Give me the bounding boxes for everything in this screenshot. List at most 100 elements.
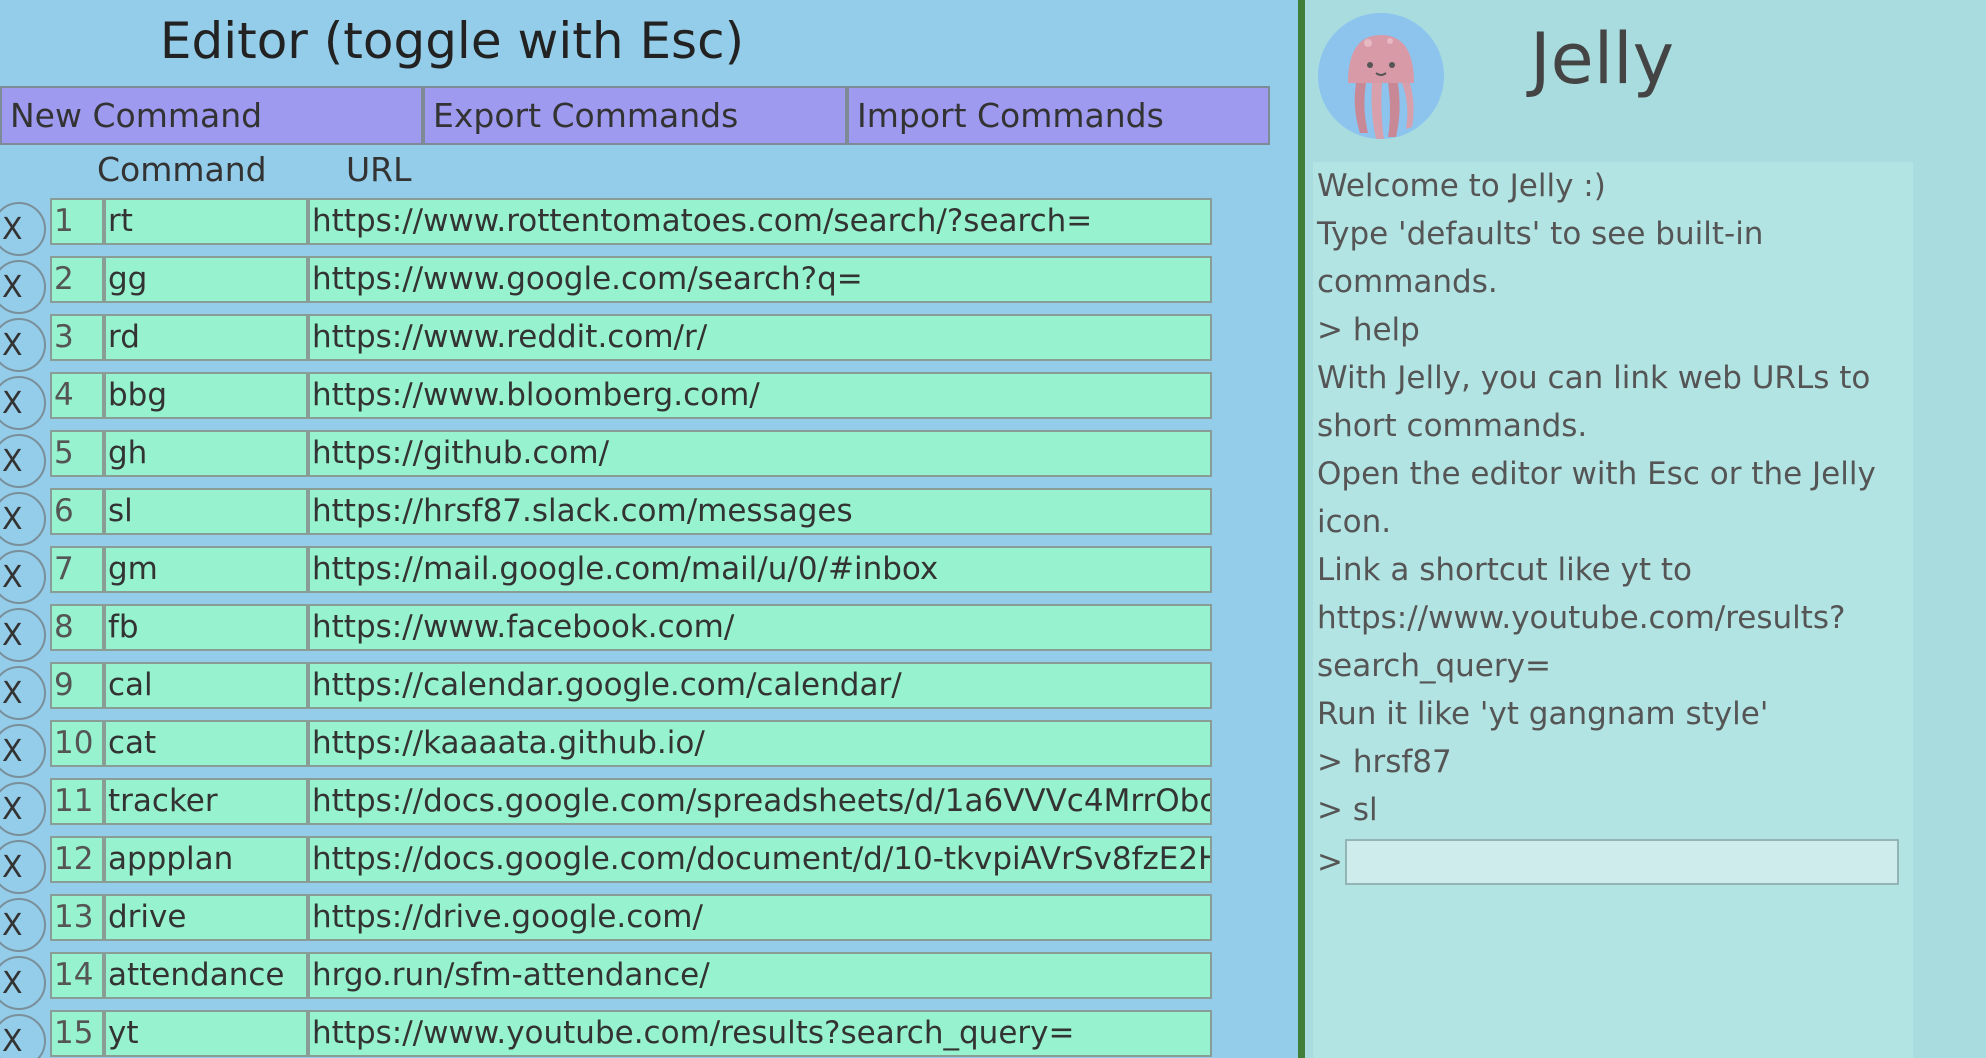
command-field[interactable]: yt <box>104 1010 308 1057</box>
terminal-line: Link a shortcut like yt to https://www.y… <box>1317 552 1846 684</box>
terminal-line: Open the editor with Esc or the Jelly ic… <box>1317 456 1876 540</box>
delete-row-button[interactable]: X <box>0 376 46 430</box>
delete-row-button[interactable]: X <box>0 434 46 488</box>
terminal-output: Welcome to Jelly :) Type 'defaults' to se… <box>1313 162 1913 1058</box>
export-commands-button[interactable]: Export Commands <box>423 86 847 145</box>
panel-divider[interactable] <box>1298 0 1305 1058</box>
command-field[interactable]: fb <box>104 604 308 651</box>
command-row: X 7 gm https://mail.google.com/mail/u/0/#in… <box>0 546 1214 604</box>
command-row: X 1 rt https://www.rottentomatoes.com/searc… <box>0 198 1214 256</box>
command-field[interactable]: attendance <box>104 952 308 999</box>
command-column-header: Command <box>97 150 267 189</box>
url-field[interactable]: https://kaaaata.github.io/ <box>308 720 1212 767</box>
command-field[interactable]: sl <box>104 488 308 535</box>
jellyfish-icon <box>1318 13 1444 139</box>
url-field[interactable]: https://www.facebook.com/ <box>308 604 1212 651</box>
delete-row-button[interactable]: X <box>0 1014 46 1058</box>
url-field[interactable]: https://www.google.com/search?q= <box>308 256 1212 303</box>
command-row: X 10 cat https://kaaaata.github.io/ <box>0 720 1214 778</box>
terminal-line: Type 'defaults' to see built-in commands… <box>1317 216 1764 300</box>
delete-row-button[interactable]: X <box>0 550 46 604</box>
delete-row-button[interactable]: X <box>0 260 46 314</box>
editor-panel: Editor (toggle with Esc) New Command Exp… <box>0 0 1298 1058</box>
command-field[interactable]: gh <box>104 430 308 477</box>
terminal-line: > hrsf87 <box>1317 744 1452 780</box>
row-number: 6 <box>50 488 104 535</box>
terminal-title: Jelly <box>1530 18 1675 100</box>
url-field[interactable]: https://www.reddit.com/r/ <box>308 314 1212 361</box>
delete-row-button[interactable]: X <box>0 782 46 836</box>
command-field[interactable]: gg <box>104 256 308 303</box>
url-field[interactable]: https://mail.google.com/mail/u/0/#inbox <box>308 546 1212 593</box>
command-row: X 13 drive https://drive.google.com/ <box>0 894 1214 952</box>
prompt-row: > <box>1317 834 1909 890</box>
command-row: X 9 cal https://calendar.google.com/calenda… <box>0 662 1214 720</box>
terminal-panel: Jelly Welcome to Jelly :) Type 'defaults'… <box>1305 0 1986 1058</box>
row-number: 2 <box>50 256 104 303</box>
row-number: 4 <box>50 372 104 419</box>
url-column-header: URL <box>346 150 412 189</box>
command-row: X 6 sl https://hrsf87.slack.com/messages <box>0 488 1214 546</box>
delete-row-button[interactable]: X <box>0 608 46 662</box>
command-row: X 15 yt https://www.youtube.com/results?sea… <box>0 1010 1214 1058</box>
command-row: X 3rd https://www.reddit.com/r/ <box>0 314 1214 372</box>
row-number: 14 <box>50 952 104 999</box>
terminal-line: > help <box>1317 312 1420 348</box>
url-field[interactable]: https://drive.google.com/ <box>308 894 1212 941</box>
delete-row-button[interactable]: X <box>0 956 46 1010</box>
row-number: 5 <box>50 430 104 477</box>
url-field[interactable]: https://www.rottentomatoes.com/search/?s… <box>308 198 1212 245</box>
row-number: 15 <box>50 1010 104 1057</box>
url-field[interactable]: https://www.bloomberg.com/ <box>308 372 1212 419</box>
delete-row-button[interactable]: X <box>0 898 46 952</box>
row-number: 1 <box>50 198 104 245</box>
command-input[interactable] <box>1345 839 1899 885</box>
command-field[interactable]: appplan <box>104 836 308 883</box>
row-number: 9 <box>50 662 104 709</box>
delete-row-button[interactable]: X <box>0 492 46 546</box>
command-field[interactable]: bbg <box>104 372 308 419</box>
delete-row-button[interactable]: X <box>0 840 46 894</box>
row-number: 8 <box>50 604 104 651</box>
command-row: X 8 fb https://www.facebook.com/ <box>0 604 1214 662</box>
terminal-line: Run it like 'yt gangnam style' <box>1317 696 1769 732</box>
command-field[interactable]: cal <box>104 662 308 709</box>
import-commands-button[interactable]: Import Commands <box>847 86 1270 145</box>
editor-title: Editor (toggle with Esc) <box>159 12 745 70</box>
url-field[interactable]: https://docs.google.com/document/d/10-tk… <box>308 836 1212 883</box>
command-row: X 14 attendance hrgo.run/sfm-attendance/ <box>0 952 1214 1010</box>
command-row: X 2 gg https://www.google.com/search?q= <box>0 256 1214 314</box>
command-field[interactable]: rt <box>104 198 308 245</box>
command-row: X 5 gh https://github.com/ <box>0 430 1214 488</box>
delete-row-button[interactable]: X <box>0 666 46 720</box>
editor-toolbar: New Command Export Commands Import Comma… <box>0 86 1270 149</box>
command-row: X 11 tracker https://docs.google.com/spread… <box>0 778 1214 836</box>
url-field[interactable]: hrgo.run/sfm-attendance/ <box>308 952 1212 999</box>
jelly-icon[interactable] <box>1318 13 1444 139</box>
terminal-line: Welcome to Jelly :) <box>1317 168 1606 204</box>
row-number: 10 <box>50 720 104 767</box>
delete-row-button[interactable]: X <box>0 202 46 256</box>
new-command-button[interactable]: New Command <box>0 86 423 145</box>
command-field[interactable]: rd <box>104 314 308 361</box>
command-row: X 12 appplan https://docs.google.com/docume… <box>0 836 1214 894</box>
command-field[interactable]: tracker <box>104 778 308 825</box>
command-field[interactable]: gm <box>104 546 308 593</box>
terminal-line: > sl <box>1317 792 1378 828</box>
row-number: 3 <box>50 314 104 361</box>
delete-row-button[interactable]: X <box>0 318 46 372</box>
terminal-line: With Jelly, you can link web URLs to sho… <box>1317 360 1871 444</box>
url-field[interactable]: https://docs.google.com/spreadsheets/d/1… <box>308 778 1212 825</box>
url-field[interactable]: https://calendar.google.com/calendar/ <box>308 662 1212 709</box>
row-number: 13 <box>50 894 104 941</box>
url-field[interactable]: https://github.com/ <box>308 430 1212 477</box>
command-field[interactable]: cat <box>104 720 308 767</box>
command-row: X 4 bbg https://www.bloomberg.com/ <box>0 372 1214 430</box>
delete-row-button[interactable]: X <box>0 724 46 778</box>
url-field[interactable]: https://www.youtube.com/results?search_q… <box>308 1010 1212 1057</box>
url-field[interactable]: https://hrsf87.slack.com/messages <box>308 488 1212 535</box>
command-field[interactable]: drive <box>104 894 308 941</box>
prompt-symbol: > <box>1317 844 1343 880</box>
row-number: 7 <box>50 546 104 593</box>
row-number: 12 <box>50 836 104 883</box>
